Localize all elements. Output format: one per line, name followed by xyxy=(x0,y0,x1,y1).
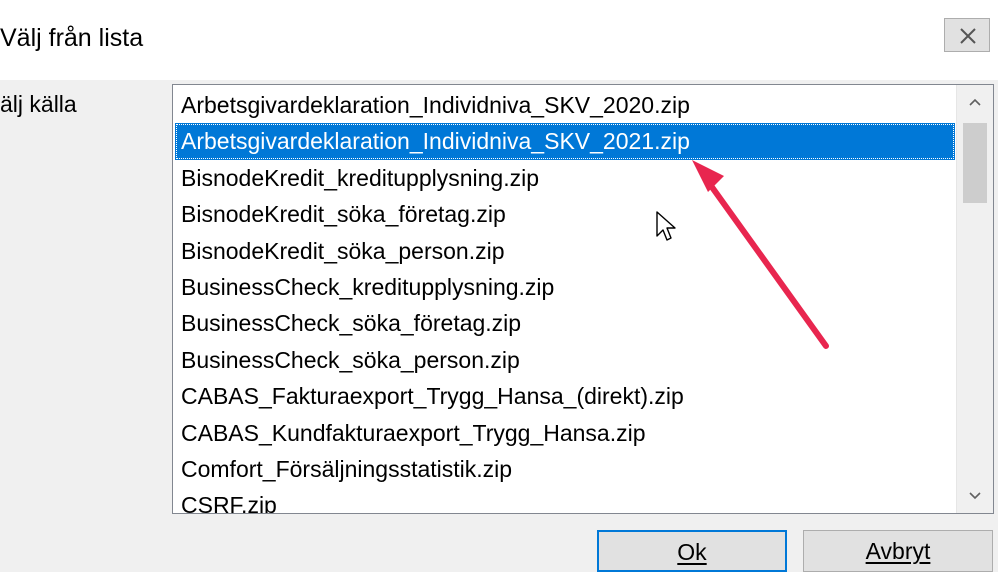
scroll-thumb[interactable] xyxy=(963,123,987,203)
list-item[interactable]: Comfort_Försäljningsstatistik.zip xyxy=(175,451,955,487)
source-label: älj källa xyxy=(0,91,77,117)
title-bar: Välj från lista xyxy=(0,0,998,80)
cancel-button[interactable]: Avbryt xyxy=(803,530,993,572)
source-listbox[interactable]: Arbetsgivardeklaration_Individniva_SKV_2… xyxy=(172,84,994,514)
chevron-down-icon xyxy=(969,492,981,500)
list-item[interactable]: BisnodeKredit_söka_företag.zip xyxy=(175,196,955,232)
vertical-scrollbar[interactable] xyxy=(956,85,993,513)
close-icon xyxy=(960,28,976,44)
close-button[interactable] xyxy=(944,18,990,52)
list-item[interactable]: CABAS_Kundfakturaexport_Trygg_Hansa.zip xyxy=(175,415,955,451)
list-item[interactable]: Arbetsgivardeklaration_Individniva_SKV_2… xyxy=(175,87,955,123)
list-item[interactable]: BisnodeKredit_kreditupplysning.zip xyxy=(175,160,955,196)
mouse-cursor-icon xyxy=(656,211,676,241)
list-item[interactable]: BusinessCheck_kreditupplysning.zip xyxy=(175,269,955,305)
window-title: Välj från lista xyxy=(0,24,144,52)
scroll-up-button[interactable] xyxy=(957,85,993,121)
list-item[interactable]: BisnodeKredit_söka_person.zip xyxy=(175,233,955,269)
list-item-selected[interactable]: Arbetsgivardeklaration_Individniva_SKV_2… xyxy=(175,123,955,160)
list-item[interactable]: CSRF.zip xyxy=(175,487,955,513)
ok-button[interactable]: Ok xyxy=(597,530,787,572)
list-item[interactable]: BusinessCheck_söka_person.zip xyxy=(175,342,955,378)
chevron-up-icon xyxy=(969,98,981,106)
scroll-down-button[interactable] xyxy=(957,477,993,513)
list-item[interactable]: BusinessCheck_söka_företag.zip xyxy=(175,305,955,341)
list-item[interactable]: CABAS_Fakturaexport_Trygg_Hansa_(direkt)… xyxy=(175,378,955,414)
list-items: Arbetsgivardeklaration_Individniva_SKV_2… xyxy=(175,87,955,513)
